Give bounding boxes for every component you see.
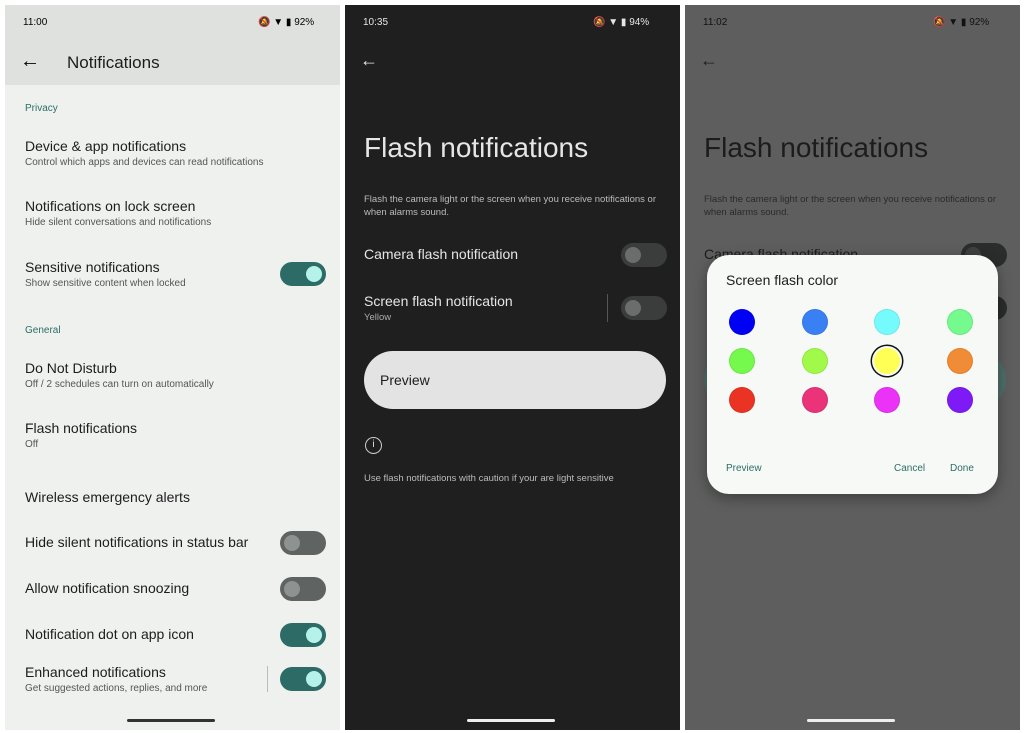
screen-flash-row[interactable]: Screen flash notification Yellow — [345, 290, 680, 330]
item-title: Enhanced notifications — [25, 664, 166, 680]
status-time: 11:02 — [703, 17, 728, 28]
back-arrow-icon: ← — [700, 50, 718, 70]
settings-item[interactable]: Device & app notifications Control which … — [5, 138, 340, 178]
settings-item[interactable]: Allow notification snoozing — [5, 572, 340, 612]
settings-item[interactable]: Enhanced notifications Get suggested acti… — [5, 664, 340, 704]
item-title: Do Not Disturb — [25, 360, 117, 376]
item-title: Sensitive notifications — [25, 259, 160, 275]
screen-flash-color: Yellow — [364, 312, 392, 323]
screen-flash-toggle[interactable] — [621, 296, 667, 320]
color-swatch[interactable] — [729, 387, 755, 413]
settings-item[interactable]: Notification dot on app icon — [5, 618, 340, 658]
item-toggle[interactable] — [280, 577, 326, 601]
color-swatch[interactable] — [802, 387, 828, 413]
color-swatch[interactable] — [874, 309, 900, 335]
color-swatch[interactable] — [802, 309, 828, 335]
status-icons: 🔕 ▼ ▮ 92% — [258, 17, 315, 28]
item-title: Notifications on lock screen — [25, 198, 196, 214]
item-subtitle: Control which apps and devices can read … — [25, 157, 264, 168]
color-swatch[interactable] — [802, 348, 828, 374]
nav-handle[interactable] — [467, 719, 555, 722]
back-arrow-icon[interactable]: ← — [20, 50, 40, 73]
item-title: Device & app notifications — [25, 138, 187, 154]
color-swatch[interactable] — [947, 348, 973, 374]
dialog-title: Screen flash color — [726, 272, 839, 288]
item-subtitle: Hide silent conversations and notificati… — [25, 217, 212, 228]
back-arrow-icon[interactable]: ← — [360, 50, 378, 71]
nav-handle[interactable] — [127, 719, 215, 722]
status-icons: 🔕 ▼ ▮ 94% — [593, 17, 650, 28]
dialog-preview-button[interactable]: Preview — [726, 463, 762, 474]
item-toggle[interactable] — [280, 531, 326, 555]
info-icon: i — [365, 437, 382, 454]
item-subtitle: Off — [25, 439, 39, 450]
page-title: Notifications — [67, 53, 160, 72]
settings-item[interactable]: Wireless emergency alerts — [5, 481, 340, 521]
item-subtitle: Off / 2 schedules can turn on automatica… — [25, 379, 214, 390]
item-title: Wireless emergency alerts — [25, 489, 190, 505]
battery-level: 92% — [294, 17, 315, 28]
dialog-cancel-button[interactable]: Cancel — [894, 463, 925, 474]
screen-flash-label: Screen flash notification — [364, 293, 513, 309]
item-title: Notification dot on app icon — [25, 626, 194, 642]
section-privacy: Privacy — [25, 103, 58, 114]
item-toggle[interactable] — [280, 667, 326, 691]
color-swatch[interactable] — [874, 387, 900, 413]
status-icons: 🔕 ▼ ▮ 92% — [933, 17, 990, 28]
item-toggle[interactable] — [280, 623, 326, 647]
item-toggle[interactable] — [280, 262, 326, 286]
item-title: Hide silent notifications in status bar — [25, 534, 249, 550]
settings-item[interactable]: Do Not Disturb Off / 2 schedules can turn… — [5, 360, 340, 400]
camera-flash-toggle[interactable] — [621, 243, 667, 267]
notifications-screen: 11:00 🔕 ▼ ▮ 92% ← Notifications Privacy … — [5, 5, 340, 730]
color-swatch[interactable] — [729, 348, 755, 374]
settings-item[interactable]: Flash notifications Off — [5, 420, 340, 460]
status-time: 11:00 — [23, 17, 48, 28]
item-title: Flash notifications — [25, 420, 138, 436]
settings-item[interactable]: Sensitive notifications Show sensitive co… — [5, 259, 340, 299]
preview-label: Preview — [380, 372, 430, 388]
divider — [607, 294, 608, 322]
item-subtitle: Show sensitive content when locked — [25, 278, 186, 289]
page-title: Flash notifications — [364, 132, 589, 163]
battery-level: 94% — [629, 17, 650, 28]
caution-text: Use flash notifications with caution if … — [364, 473, 614, 484]
color-dialog: Screen flash color Preview Cancel Done — [707, 255, 998, 494]
nav-handle[interactable] — [807, 719, 895, 722]
item-subtitle: Get suggested actions, replies, and more — [25, 683, 208, 694]
item-title: Allow notification snoozing — [25, 580, 190, 596]
battery-level: 92% — [969, 17, 990, 28]
color-swatch[interactable] — [729, 309, 755, 335]
settings-item[interactable]: Hide silent notifications in status bar — [5, 526, 340, 566]
section-general: General — [25, 325, 61, 336]
dialog-done-button[interactable]: Done — [950, 463, 974, 474]
page-title: Flash notifications — [704, 132, 929, 163]
camera-flash-label: Camera flash notification — [364, 246, 519, 262]
color-swatch-selected[interactable] — [874, 348, 900, 374]
description: Flash the camera light or the screen whe… — [704, 194, 997, 218]
divider — [267, 666, 268, 692]
settings-item[interactable]: Notifications on lock screen Hide silent … — [5, 198, 340, 238]
flash-notifications-screen: 10:35 🔕 ▼ ▮ 94% ← Flash notifications Fl… — [345, 5, 680, 730]
description: Flash the camera light or the screen whe… — [364, 194, 657, 218]
color-swatch[interactable] — [947, 387, 973, 413]
flash-color-dialog-screen: 11:02 🔕 ▼ ▮ 92% ← Flash notifications Fl… — [685, 5, 1020, 730]
camera-flash-row[interactable]: Camera flash notification — [345, 240, 680, 270]
status-time: 10:35 — [363, 17, 389, 28]
preview-button[interactable]: Preview — [364, 351, 666, 409]
color-swatch[interactable] — [947, 309, 973, 335]
